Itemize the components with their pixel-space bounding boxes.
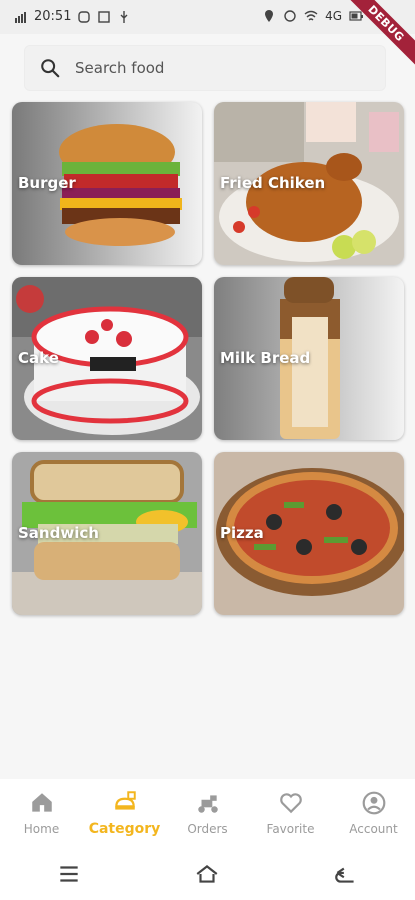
category-label: Pizza: [220, 524, 264, 542]
network-label: 4G: [325, 9, 342, 23]
photo-icon: [98, 10, 111, 23]
nav-home[interactable]: Home: [2, 790, 82, 836]
search-bar[interactable]: [24, 45, 386, 91]
nav-label: Home: [23, 822, 60, 836]
home-system-icon[interactable]: [194, 861, 220, 887]
category-card-milk-bread[interactable]: Milk Bread: [214, 277, 404, 440]
back-icon[interactable]: [333, 861, 359, 887]
status-right: 4G: [262, 9, 363, 23]
usb-icon: [120, 10, 128, 23]
category-label: Cake: [18, 349, 59, 367]
category-card-sandwich[interactable]: Sandwich: [12, 452, 202, 615]
alarm-icon: [284, 10, 296, 22]
menu-icon[interactable]: [56, 861, 82, 887]
search-icon: [41, 59, 60, 78]
category-label: Burger: [18, 174, 76, 192]
category-label: Sandwich: [18, 524, 99, 542]
nav-label: Category: [88, 821, 161, 837]
system-nav-bar: [0, 847, 415, 900]
nav-label: Orders: [187, 822, 228, 836]
status-left: 20:51: [14, 9, 131, 24]
category-label: Fried Chiken: [220, 174, 326, 192]
account-icon: [362, 791, 385, 815]
nav-account[interactable]: Account: [334, 790, 414, 836]
battery-icon: [349, 11, 363, 21]
sim-icon: [78, 10, 91, 23]
nav-orders[interactable]: Orders: [168, 790, 248, 836]
bottom-nav: Home Category Orders Favorite Account: [0, 779, 415, 847]
nav-label: Account: [349, 822, 398, 836]
category-card-burger[interactable]: Burger: [12, 102, 202, 265]
category-card-pizza[interactable]: Pizza: [214, 452, 404, 615]
category-icon: [114, 791, 136, 810]
wifi-icon: [304, 10, 318, 21]
signal-icon: [15, 11, 26, 23]
category-grid: Burger Fried Chiken Cake Milk Bread Sand…: [12, 102, 404, 615]
location-icon: [265, 10, 274, 22]
category-card-fried-chiken[interactable]: Fried Chiken: [214, 102, 404, 265]
orders-icon: [197, 795, 218, 813]
nav-category[interactable]: Category: [85, 789, 165, 837]
nav-favorite[interactable]: Favorite: [251, 790, 331, 836]
search-input[interactable]: [75, 59, 355, 77]
category-card-cake[interactable]: Cake: [12, 277, 202, 440]
nav-label: Favorite: [266, 822, 315, 836]
category-label: Milk Bread: [220, 349, 311, 367]
status-time: 20:51: [34, 9, 72, 24]
home-icon: [31, 793, 52, 812]
heart-icon: [279, 793, 302, 814]
status-bar: 20:51 4G DEBUG: [0, 0, 415, 69]
